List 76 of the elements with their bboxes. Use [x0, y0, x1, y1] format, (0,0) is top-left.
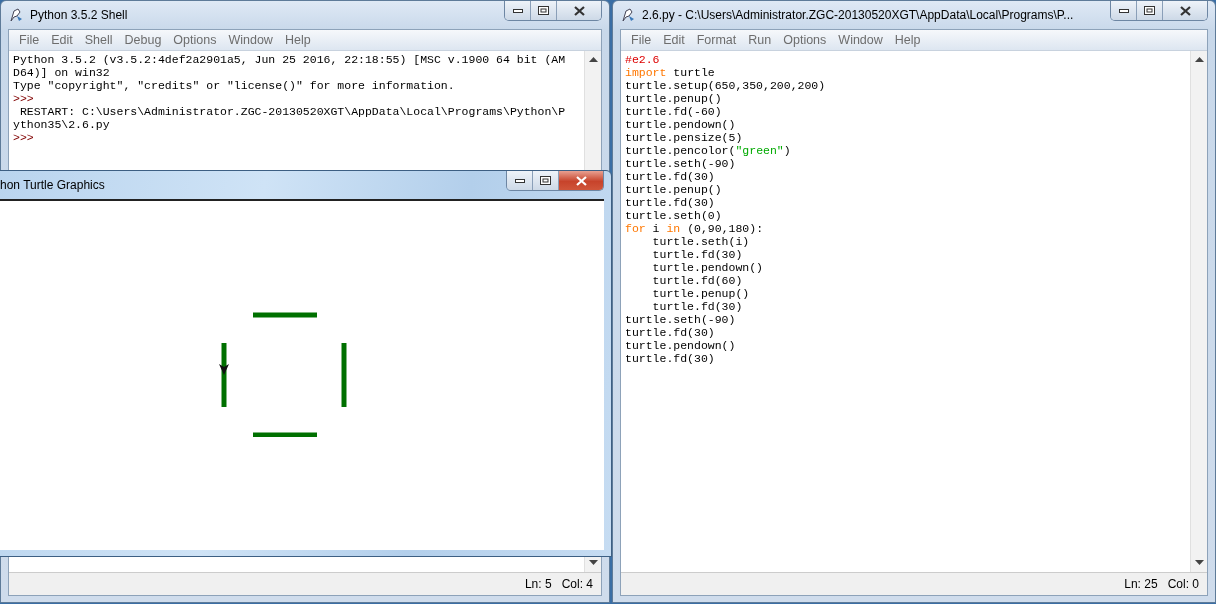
- close-button[interactable]: [1163, 1, 1207, 20]
- code-line: turtle.fd(30): [625, 196, 716, 209]
- python-feather-icon: [8, 7, 24, 23]
- code-line: turtle.pendown(): [625, 118, 737, 131]
- code-line: import turtle: [625, 66, 716, 79]
- minimize-icon: [1118, 8, 1129, 13]
- output-line: RESTART: C:\Users\Administrator.ZGC-20130520XGT\AppData\Local\Programs\Python\P: [18, 105, 566, 118]
- minimize-button[interactable]: [507, 171, 533, 190]
- line-indicator: Ln: 25: [1124, 577, 1158, 591]
- code-line: turtle.fd(30): [625, 326, 716, 339]
- minimize-icon: [512, 8, 523, 13]
- menu-item[interactable]: Help: [888, 33, 927, 47]
- code-line: turtle.fd(30): [625, 352, 716, 365]
- output-line: Type "copyright", "credits" or "license()" for more information.: [13, 79, 455, 92]
- code-line: turtle.fd(30): [625, 170, 716, 183]
- output-line: ython35\2.6.py: [13, 118, 110, 131]
- code-line: turtle.pencolor("green"): [625, 144, 792, 157]
- code-line: turtle.fd(60): [651, 274, 744, 287]
- minimize-icon: [514, 178, 525, 183]
- maximize-icon: [538, 6, 549, 15]
- close-button[interactable]: [557, 1, 601, 20]
- menu-item[interactable]: Window: [832, 33, 889, 47]
- code-line: turtle.seth(0): [625, 209, 723, 222]
- code-line: turtle.pensize(5): [625, 131, 744, 144]
- menu-item[interactable]: Options: [167, 33, 223, 47]
- scroll-up-icon[interactable]: [588, 57, 598, 63]
- menu-item[interactable]: Shell: [78, 33, 119, 47]
- close-icon: [573, 5, 585, 16]
- maximize-button[interactable]: [1137, 1, 1163, 20]
- python-feather-icon: [620, 7, 636, 23]
- menu-item[interactable]: Edit: [657, 33, 691, 47]
- code-line: turtle.seth(i): [651, 235, 751, 248]
- prompt: >>>: [13, 92, 34, 105]
- code-line: turtle.pendown(): [625, 339, 737, 352]
- code-line: #e2.6: [625, 53, 661, 66]
- code-line: turtle.pendown(): [651, 261, 765, 274]
- code-line: turtle.setup(650,350,200,200): [625, 79, 827, 92]
- output-line: D64)] on win32: [13, 66, 110, 79]
- menu-item[interactable]: Options: [777, 33, 833, 47]
- maximize-icon: [540, 176, 551, 185]
- minimize-button[interactable]: [505, 1, 531, 20]
- prompt: >>>: [13, 131, 34, 144]
- close-icon: [575, 175, 587, 186]
- menu-item[interactable]: File: [13, 33, 46, 47]
- code-line: turtle.seth(-90): [625, 313, 737, 326]
- menu-item[interactable]: File: [625, 33, 658, 47]
- maximize-icon: [1144, 6, 1155, 15]
- maximize-button[interactable]: [533, 171, 559, 190]
- column-indicator: Col: 0: [1167, 577, 1199, 591]
- close-button[interactable]: [559, 171, 603, 190]
- output-line: Python 3.5.2 (v3.5.2:4def2a2901a5, Jun 25 2016, 22:18:55) [MSC v.1900 64 bit (AM: [13, 53, 566, 66]
- code-line: turtle.fd(-60): [625, 105, 723, 118]
- menu-item[interactable]: Window: [222, 33, 279, 47]
- window-title: Python 3.5.2 Shell: [30, 7, 129, 22]
- code-line: turtle.penup(): [625, 92, 723, 105]
- menu-item[interactable]: Edit: [45, 33, 79, 47]
- menu-item[interactable]: Help: [278, 33, 317, 47]
- scroll-down-icon[interactable]: [1194, 560, 1204, 566]
- minimize-button[interactable]: [1111, 1, 1137, 20]
- menu-item[interactable]: Debug: [118, 33, 168, 47]
- scroll-down-icon[interactable]: [588, 560, 598, 566]
- code-line: turtle.penup(): [625, 183, 723, 196]
- line-indicator: Ln: 5: [524, 577, 552, 591]
- code-line: turtle.seth(-90): [625, 157, 737, 170]
- code-line: turtle.fd(30): [651, 248, 744, 261]
- menu-item[interactable]: Format: [690, 33, 743, 47]
- code-line: turtle.fd(30): [651, 300, 744, 313]
- window-title: hon Turtle Graphics: [0, 177, 106, 192]
- window-title: 2.6.py - C:\Users\Administrator.ZGC-20130520XGT\AppData\Local\Programs\P...: [642, 7, 1075, 22]
- close-icon: [1179, 5, 1191, 16]
- menu-item[interactable]: Run: [742, 33, 778, 47]
- scroll-up-icon[interactable]: [1194, 57, 1204, 63]
- maximize-button[interactable]: [531, 1, 557, 20]
- code-line: turtle.penup(): [651, 287, 751, 300]
- code-line: for i in (0,90,180):: [625, 222, 765, 235]
- column-indicator: Col: 4: [561, 577, 593, 591]
